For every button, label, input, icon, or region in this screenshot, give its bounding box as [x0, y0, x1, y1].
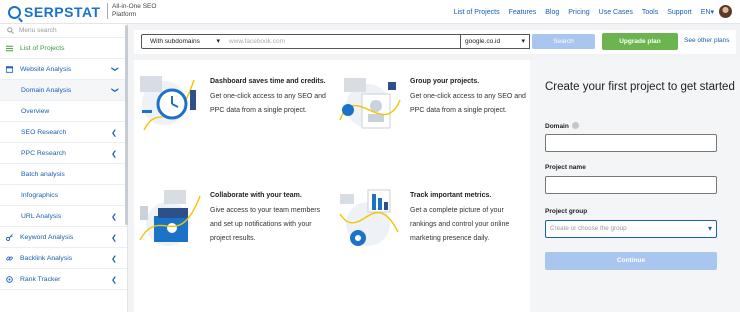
sidebar-item-backlink-analysis[interactable]: Backlink Analysis ❮	[0, 248, 127, 269]
nav-support[interactable]: Support	[667, 9, 692, 16]
website-icon	[6, 65, 13, 73]
sidebar-item-label: Overview	[21, 107, 50, 115]
nav-features[interactable]: Features	[509, 9, 537, 16]
key-icon	[6, 233, 13, 241]
serpstat-logo[interactable]: SERPSTAT	[8, 4, 101, 20]
chevron-left-icon: ❮	[111, 214, 117, 221]
project-group-select[interactable]: Create or choose the group	[545, 220, 717, 238]
sidebar-item-label: Batch analysis	[21, 170, 65, 178]
sidebar-item-label: SEO Research	[21, 128, 67, 136]
group-projects-illustration	[339, 78, 401, 129]
feature-title: Track important metrics.	[410, 192, 492, 199]
sidebar-item-label: URL Analysis	[21, 212, 62, 220]
domain-label: Domain	[545, 122, 579, 130]
sidebar-item-label: Infographics	[21, 191, 59, 199]
sidebar-item-url-analysis[interactable]: URL Analysis ❮	[0, 206, 127, 227]
sidebar-item-domain-analysis[interactable]: Domain Analysis ❯	[0, 80, 127, 101]
track-metrics-illustration	[339, 189, 399, 246]
domain-label-text: Domain	[545, 123, 569, 130]
continue-button[interactable]: Continue	[545, 252, 717, 270]
domain-field[interactable]	[545, 134, 717, 152]
sidebar-item-list-of-projects[interactable]: List of Projects	[0, 38, 127, 59]
sidebar-item-label: Rank Tracker	[20, 275, 61, 283]
project-name-label: Project name	[545, 164, 586, 171]
search-button[interactable]: Search	[532, 34, 595, 49]
tracker-icon	[6, 275, 13, 283]
nav-blog[interactable]: Blog	[545, 9, 559, 16]
sidebar-item-label: List of Projects	[20, 44, 65, 52]
nav-list-of-projects[interactable]: List of Projects	[454, 9, 500, 16]
chevron-left-icon: ❮	[111, 235, 117, 242]
chevron-down-icon: ❯	[111, 66, 119, 72]
sidebar-item-label: Website Analysis	[20, 65, 72, 73]
chevron-left-icon: ❮	[111, 130, 117, 137]
feature-title: Dashboard saves time and credits.	[210, 78, 326, 85]
sidebar-scrollbar[interactable]	[125, 25, 128, 225]
feature-text: Get a complete picture of your rankings …	[410, 207, 510, 242]
database-select[interactable]: google.co.id	[460, 34, 530, 49]
feature-text: Give access to your team members and set…	[210, 207, 321, 242]
sidebar: Menu search List of Projects Website Ana…	[0, 24, 128, 312]
upgrade-plan-button[interactable]: Upgrade plan	[602, 33, 678, 50]
logo-tagline: All-in-One SEO Platform	[107, 3, 167, 19]
logo-icon	[8, 5, 21, 19]
sidebar-item-batch-analysis[interactable]: Batch analysis	[0, 164, 127, 185]
chevron-left-icon: ❮	[111, 277, 117, 284]
sidebar-item-infographics[interactable]: Infographics	[0, 185, 127, 206]
nav-use-cases[interactable]: Use Cases	[599, 9, 633, 16]
sidebar-item-keyword-analysis[interactable]: Keyword Analysis ❮	[0, 227, 127, 248]
create-project-heading: Create your first project to get started	[545, 81, 735, 93]
sidebar-item-seo-research[interactable]: SEO Research ❮	[0, 122, 127, 143]
domain-search-input[interactable]: www.facebook.com	[224, 34, 461, 49]
top-bar: SERPSTAT All-in-One SEO Platform List of…	[0, 0, 740, 24]
chevron-down-icon: ❯	[111, 87, 119, 93]
list-icon	[6, 45, 13, 51]
menu-search-placeholder: Menu search	[19, 27, 57, 34]
sidebar-item-ppc-research[interactable]: PPC Research ❮	[0, 143, 127, 164]
info-icon[interactable]	[571, 122, 579, 129]
chevron-left-icon: ❮	[111, 256, 117, 263]
feature-text: Get one-click access to any SEO and PPC …	[210, 93, 326, 114]
search-icon	[7, 27, 14, 34]
sidebar-item-website-analysis[interactable]: Website Analysis ❯	[0, 59, 127, 80]
sidebar-item-label: PPC Research	[21, 149, 66, 157]
create-project-panel: Create your first project to get started…	[530, 60, 740, 312]
search-bar: With subdomains www.facebook.com google.…	[134, 30, 736, 54]
menu-search[interactable]: Menu search	[0, 24, 127, 38]
chevron-left-icon: ❮	[111, 151, 117, 158]
feature-title: Collaborate with your team.	[210, 192, 302, 199]
language-selector[interactable]: EN▾	[701, 8, 714, 16]
project-group-label: Project group	[545, 208, 588, 215]
subdomains-select[interactable]: With subdomains	[141, 34, 225, 49]
link-icon	[6, 256, 13, 260]
dashboard-illustration	[140, 76, 196, 131]
sidebar-item-rank-tracker[interactable]: Rank Tracker ❮	[0, 269, 127, 290]
nav-pricing[interactable]: Pricing	[568, 9, 589, 16]
sidebar-item-label: Domain Analysis	[21, 86, 72, 94]
nav-tools[interactable]: Tools	[642, 9, 658, 16]
sidebar-item-label: Keyword Analysis	[20, 233, 74, 241]
top-nav: List of Projects Features Blog Pricing U…	[445, 0, 714, 24]
collaborate-illustration	[139, 190, 201, 246]
features-area: Dashboard saves time and credits. Get on…	[134, 60, 530, 312]
user-avatar[interactable]	[719, 5, 732, 18]
see-other-plans-link[interactable]: See other plans	[684, 37, 730, 44]
feature-text: Get one-click access to any SEO and PPC …	[410, 93, 526, 114]
project-name-field[interactable]	[545, 176, 717, 194]
sidebar-item-label: Backlink Analysis	[20, 254, 73, 262]
logo-text: SERPSTAT	[24, 4, 101, 20]
feature-title: Group your projects.	[410, 78, 480, 85]
sidebar-item-overview[interactable]: Overview	[0, 101, 127, 122]
